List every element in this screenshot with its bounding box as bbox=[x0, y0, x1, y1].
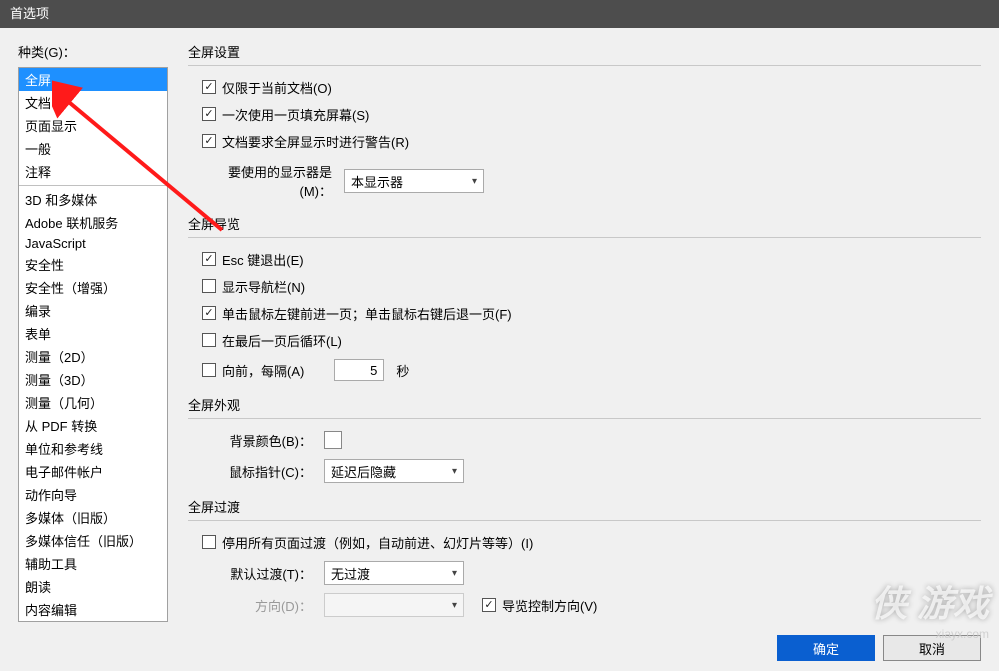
category-item[interactable]: 电子邮件帐户 bbox=[19, 460, 167, 483]
category-item[interactable]: 单位和参考线 bbox=[19, 437, 167, 460]
content-area: 种类(G)： 全屏文档页面显示一般注释 3D 和多媒体Adobe 联机服务Java… bbox=[0, 28, 999, 671]
category-item[interactable]: 动作向导 bbox=[19, 483, 167, 506]
category-item[interactable]: 测量（3D） bbox=[19, 368, 167, 391]
category-item[interactable]: 多媒体（旧版） bbox=[19, 506, 167, 529]
category-column: 种类(G)： 全屏文档页面显示一般注释 3D 和多媒体Adobe 联机服务Java… bbox=[18, 42, 168, 671]
category-separator bbox=[19, 185, 167, 186]
category-item[interactable]: 测量（几何） bbox=[19, 391, 167, 414]
dialog-buttons: 确定 取消 bbox=[777, 635, 981, 661]
label-loop-last: 在最后一页后循环(L) bbox=[222, 331, 342, 350]
chevron-down-icon: ▾ bbox=[452, 466, 457, 477]
select-default-transition-value: 无过渡 bbox=[331, 564, 370, 583]
category-list[interactable]: 全屏文档页面显示一般注释3D 和多媒体Adobe 联机服务JavaScript安… bbox=[18, 67, 168, 622]
checkbox-nav-control-direction[interactable] bbox=[482, 598, 496, 612]
category-item[interactable]: 安全性 bbox=[19, 253, 167, 276]
category-item[interactable]: 辅助工具 bbox=[19, 552, 167, 575]
label-auto-advance: 向前，每隔(A) bbox=[222, 361, 304, 380]
select-cursor-value: 延迟后隐藏 bbox=[331, 462, 396, 481]
checkbox-disable-transitions[interactable] bbox=[202, 535, 216, 549]
fieldset-title: 全屏外观 bbox=[188, 395, 981, 414]
checkbox-auto-advance[interactable] bbox=[202, 363, 216, 377]
category-item[interactable]: 从 PDF 转换 bbox=[19, 414, 167, 437]
category-item[interactable]: 内容编辑 bbox=[19, 598, 167, 621]
chevron-down-icon: ▾ bbox=[452, 600, 457, 611]
label-bg-color: 背景颜色(B)： bbox=[202, 431, 312, 450]
select-monitor[interactable]: 本显示器 ▾ bbox=[344, 169, 484, 193]
category-item[interactable]: 编录 bbox=[19, 299, 167, 322]
category-item[interactable]: 注释 bbox=[19, 160, 167, 183]
label-show-navbar: 显示导航栏(N) bbox=[222, 277, 305, 296]
category-item[interactable]: 表单 bbox=[19, 322, 167, 345]
window-title: 首选项 bbox=[10, 6, 49, 21]
label-cursor: 鼠标指针(C)： bbox=[202, 462, 312, 481]
category-label: 种类(G)： bbox=[18, 42, 168, 61]
category-item[interactable]: 测量（2D） bbox=[19, 345, 167, 368]
label-default-transition: 默认过渡(T)： bbox=[202, 564, 312, 583]
label-seconds: 秒 bbox=[396, 361, 409, 380]
label-monitor: 要使用的显示器是(M)： bbox=[202, 162, 332, 200]
color-picker-bg[interactable] bbox=[324, 431, 342, 449]
category-item[interactable]: 全屏 bbox=[19, 68, 167, 91]
category-item[interactable]: 文档 bbox=[19, 91, 167, 114]
label-direction: 方向(D)： bbox=[202, 596, 312, 615]
category-item[interactable]: Adobe 联机服务 bbox=[19, 211, 167, 234]
category-item[interactable]: 3D 和多媒体 bbox=[19, 188, 167, 211]
select-default-transition[interactable]: 无过渡 ▾ bbox=[324, 561, 464, 585]
category-item[interactable]: JavaScript bbox=[19, 234, 167, 253]
label-current-doc-only: 仅限于当前文档(O) bbox=[222, 78, 332, 97]
chevron-down-icon: ▾ bbox=[452, 568, 457, 579]
category-item[interactable]: 朗读 bbox=[19, 575, 167, 598]
category-item[interactable]: 多媒体信任（旧版） bbox=[19, 529, 167, 552]
fieldset-fullscreen-appearance: 全屏外观 背景颜色(B)： 鼠标指针(C)： 延迟后隐藏 ▾ bbox=[188, 395, 981, 483]
ok-button[interactable]: 确定 bbox=[777, 635, 875, 661]
fieldset-fullscreen-transition: 全屏过渡 停用所有页面过渡（例如，自动前进、幻灯片等等）(I) 默认过渡(T)：… bbox=[188, 497, 981, 617]
fieldset-title: 全屏过渡 bbox=[188, 497, 981, 516]
label-mouse-nav: 单击鼠标左键前进一页；单击鼠标右键后退一页(F) bbox=[222, 304, 512, 323]
checkbox-warn-fullscreen[interactable] bbox=[202, 134, 216, 148]
fieldset-fullscreen-nav: 全屏导览 Esc 键退出(E) 显示导航栏(N) 单击鼠标左键前进一页；单击鼠标… bbox=[188, 214, 981, 381]
select-direction: ▾ bbox=[324, 593, 464, 617]
select-cursor[interactable]: 延迟后隐藏 ▾ bbox=[324, 459, 464, 483]
select-monitor-value: 本显示器 bbox=[351, 172, 403, 191]
label-disable-transitions: 停用所有页面过渡（例如，自动前进、幻灯片等等）(I) bbox=[222, 533, 533, 552]
category-item[interactable]: 页面显示 bbox=[19, 114, 167, 137]
chevron-down-icon: ▾ bbox=[472, 176, 477, 187]
checkbox-loop-last[interactable] bbox=[202, 333, 216, 347]
checkbox-show-navbar[interactable] bbox=[202, 279, 216, 293]
checkbox-mouse-nav[interactable] bbox=[202, 306, 216, 320]
checkbox-current-doc-only[interactable] bbox=[202, 80, 216, 94]
label-esc-exit: Esc 键退出(E) bbox=[222, 250, 304, 269]
fieldset-fullscreen-settings: 全屏设置 仅限于当前文档(O) 一次使用一页填充屏幕(S) 文档要求全屏显示时进… bbox=[188, 42, 981, 200]
category-item[interactable]: 一般 bbox=[19, 137, 167, 160]
fieldset-title: 全屏导览 bbox=[188, 214, 981, 233]
checkbox-esc-exit[interactable] bbox=[202, 252, 216, 266]
label-warn-fullscreen: 文档要求全屏显示时进行警告(R) bbox=[222, 132, 409, 151]
label-fill-screen: 一次使用一页填充屏幕(S) bbox=[222, 105, 369, 124]
settings-panel: 全屏设置 仅限于当前文档(O) 一次使用一页填充屏幕(S) 文档要求全屏显示时进… bbox=[168, 42, 981, 671]
category-item[interactable]: 安全性（增强） bbox=[19, 276, 167, 299]
window-titlebar: 首选项 bbox=[0, 0, 999, 28]
input-advance-interval[interactable]: 5 bbox=[334, 359, 384, 381]
cancel-button[interactable]: 取消 bbox=[883, 635, 981, 661]
category-item[interactable]: 拼写检查 bbox=[19, 621, 167, 622]
checkbox-fill-screen[interactable] bbox=[202, 107, 216, 121]
label-nav-control-direction: 导览控制方向(V) bbox=[502, 596, 597, 615]
fieldset-title: 全屏设置 bbox=[188, 42, 981, 61]
